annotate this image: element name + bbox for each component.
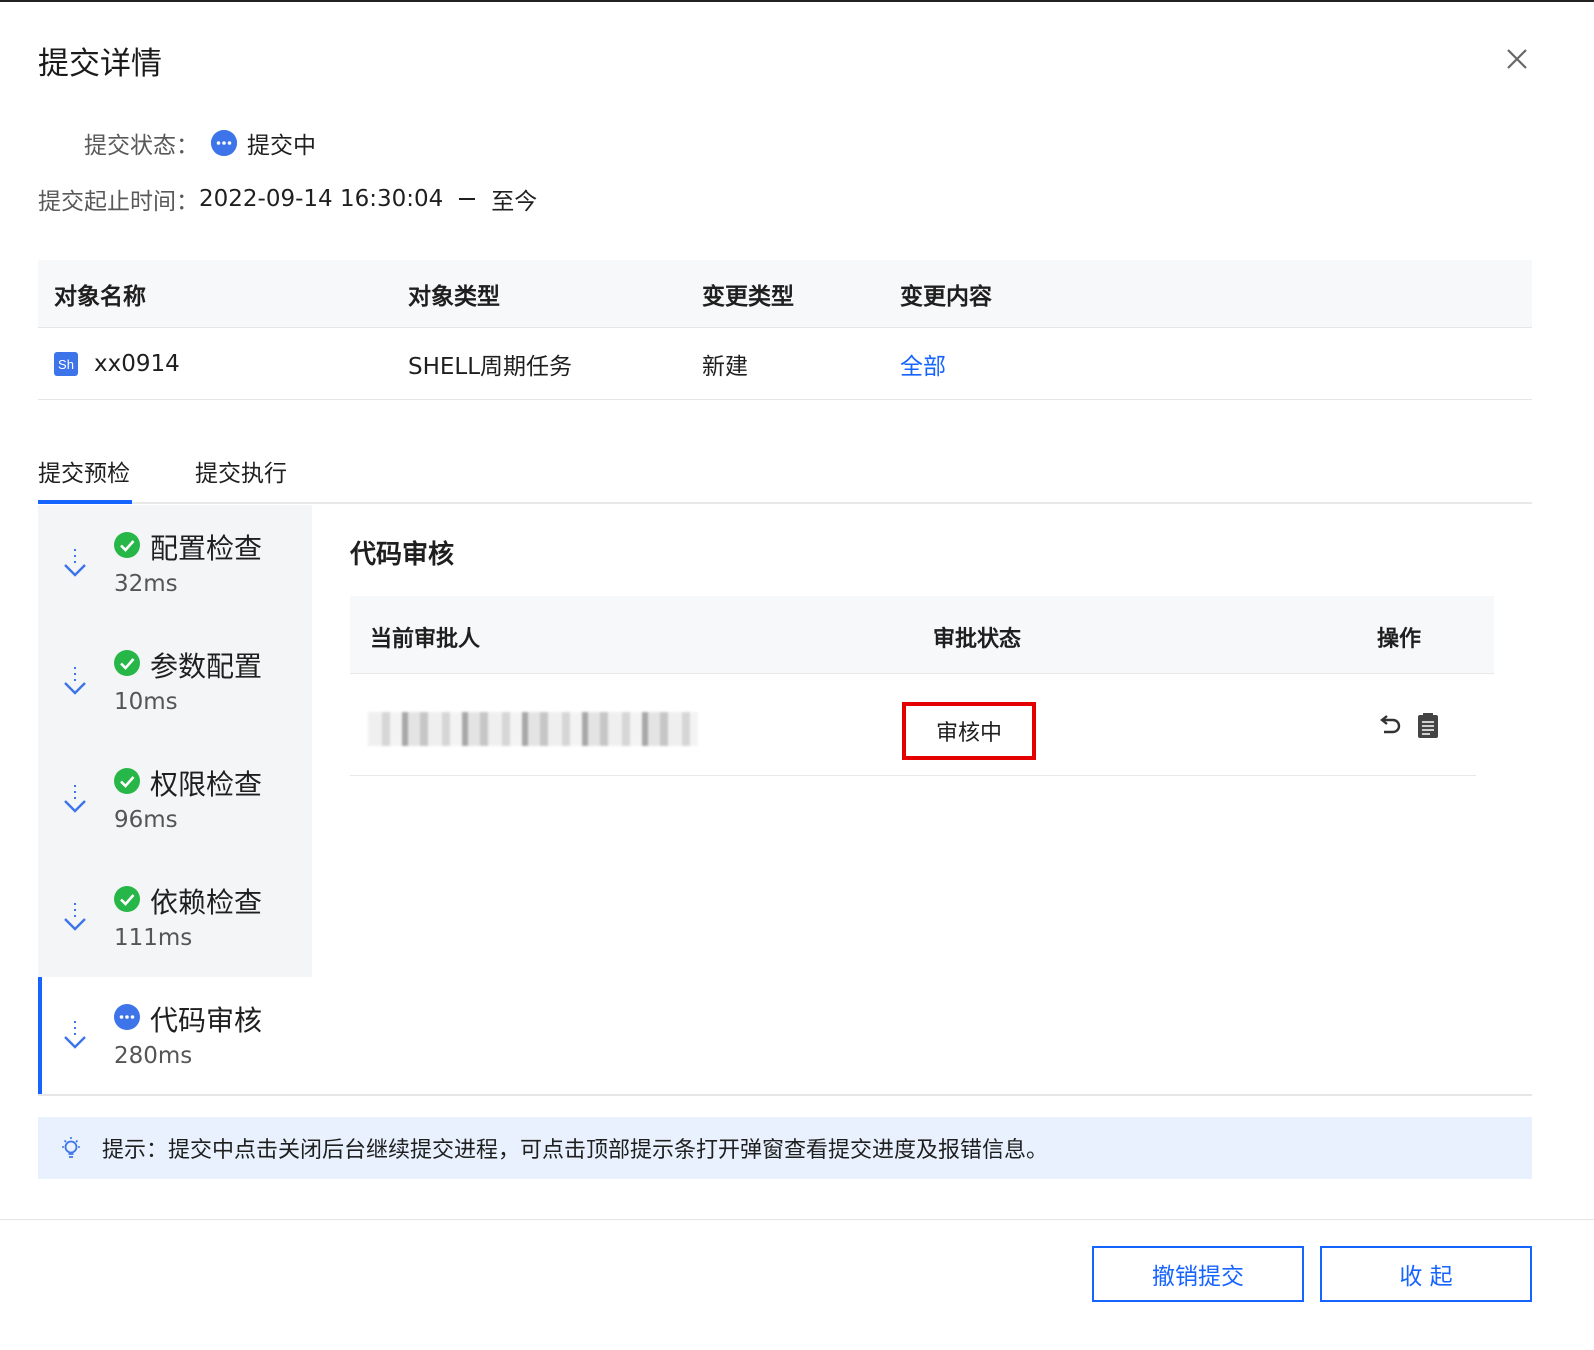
success-check-icon [114, 886, 140, 912]
revoke-icon[interactable] [1376, 712, 1404, 740]
tip-banner: 提示：提交中点击关闭后台继续提交进程，可点击顶部提示条打开弹窗查看提交进度及报错… [38, 1117, 1532, 1179]
row-actions [1376, 712, 1442, 740]
step-name: 权限检查 [150, 768, 263, 801]
close-icon[interactable] [1500, 42, 1534, 76]
approval-status-badge: 审核中 [902, 702, 1036, 760]
tab-execution[interactable]: 提交执行 [195, 454, 287, 488]
cancel-submit-button[interactable]: 撤销提交 [1092, 1246, 1304, 1302]
tip-text: 提示：提交中点击关闭后台继续提交进程，可点击顶部提示条打开弹窗查看提交进度及报错… [102, 1138, 1049, 1163]
collapse-button[interactable]: 收 起 [1320, 1246, 1532, 1302]
step-duration: 96ms [114, 807, 178, 833]
submit-status-value: 提交中 [247, 133, 316, 159]
lightbulb-icon [58, 1135, 84, 1161]
divider [38, 1094, 1532, 1096]
review-table-header: 当前审批人 审批状态 操作 [350, 596, 1494, 674]
object-table-header: 对象名称 对象类型 变更类型 变更内容 [38, 260, 1532, 328]
success-check-icon [114, 532, 140, 558]
step-item-permission-check[interactable]: 权限检查 96ms [38, 741, 312, 859]
review-section-title: 代码审核 [350, 540, 455, 570]
tab-precheck[interactable]: 提交预检 [38, 454, 130, 488]
arrow-down-icon [64, 785, 86, 813]
change-content-link[interactable]: 全部 [900, 347, 946, 381]
arrow-down-icon [64, 903, 86, 931]
approval-status-text: 审核中 [935, 721, 1002, 746]
col-object-type: 对象类型 [408, 283, 500, 310]
tab-bar: 提交预检 提交执行 [38, 442, 1532, 504]
in-progress-icon [114, 1004, 140, 1030]
submit-time-start: 2022-09-14 16:30:04 [199, 186, 444, 212]
step-item-code-review[interactable]: 代码审核 280ms [38, 977, 312, 1095]
arrow-down-icon [64, 549, 86, 577]
object-table: 对象名称 对象类型 变更类型 变更内容 Sh xx0914 SHELL周期任务 新… [38, 260, 1532, 400]
arrow-down-icon [64, 667, 86, 695]
arrow-down-icon [64, 1021, 86, 1049]
submit-status-label: 提交状态： [84, 133, 199, 159]
approver-name-redacted [368, 712, 698, 746]
step-name: 配置检查 [150, 532, 263, 565]
footer-divider [0, 1219, 1594, 1220]
step-duration: 280ms [114, 1043, 193, 1069]
col-object-name: 对象名称 [54, 283, 146, 310]
col-current-approver: 当前审批人 [370, 627, 481, 652]
step-name: 参数配置 [150, 650, 263, 683]
col-change-type: 变更类型 [702, 283, 794, 310]
submit-time-label: 提交起止时间： [38, 189, 199, 215]
step-duration: 32ms [114, 571, 178, 597]
table-row: Sh xx0914 SHELL周期任务 新建 全部 [38, 328, 1532, 400]
active-tab-indicator [38, 500, 132, 504]
col-change-content: 变更内容 [900, 283, 992, 310]
success-check-icon [114, 768, 140, 794]
submit-time-end: 至今 [491, 189, 538, 215]
review-table: 当前审批人 审批状态 操作 审核中 [350, 596, 1494, 776]
step-item-param-config[interactable]: 参数配置 10ms [38, 623, 312, 741]
step-item-dependency-check[interactable]: 依赖检查 111ms [38, 859, 312, 977]
submit-time-row: 提交起止时间： 2022-09-14 16:30:04 至今 [38, 182, 537, 216]
time-separator [459, 198, 476, 200]
object-type: SHELL周期任务 [408, 353, 573, 380]
submit-status-row: 提交状态： 提交中 [84, 126, 316, 160]
object-name: xx0914 [94, 350, 180, 377]
in-progress-icon [211, 130, 237, 156]
step-item-config-check[interactable]: 配置检查 32ms [38, 505, 312, 623]
dialog-title: 提交详情 [38, 46, 162, 82]
submit-detail-dialog: 提交详情 提交状态： 提交中 提交起止时间： 2022-09-14 16:30:… [0, 2, 1594, 1350]
step-duration: 111ms [114, 925, 193, 951]
step-name: 代码审核 [150, 1004, 263, 1037]
object-name-cell: Sh xx0914 [54, 351, 180, 377]
step-name: 依赖检查 [150, 886, 263, 919]
col-actions: 操作 [1377, 627, 1422, 652]
shell-icon: Sh [54, 352, 78, 376]
table-row: 审核中 [350, 674, 1476, 776]
step-duration: 10ms [114, 689, 178, 715]
col-approval-status: 审批状态 [933, 627, 1022, 652]
change-type: 新建 [702, 353, 748, 380]
document-icon[interactable] [1414, 712, 1442, 740]
success-check-icon [114, 650, 140, 676]
